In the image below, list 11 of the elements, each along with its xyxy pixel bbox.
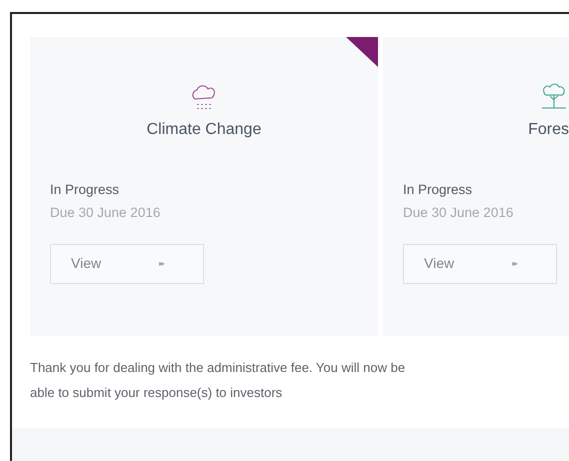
fast-forward-icon: ▸▸ — [512, 258, 516, 270]
card-title: Climate Change — [146, 120, 262, 140]
confirmation-message: Thank you for dealing with the administrative fee. You will now be able to submit your response(s) to investors — [29, 359, 406, 402]
view-button[interactable]: View ▸▸ — [403, 244, 557, 284]
status-text: In Progress — [403, 181, 472, 199]
due-date: Due 30 June 2016 — [403, 204, 514, 222]
status-text: In Progress — [50, 181, 120, 199]
fast-forward-icon: ▸▸ — [159, 258, 163, 270]
view-button[interactable]: View ▸▸ — [50, 244, 204, 284]
card-title: Fores — [528, 120, 569, 140]
due-date: Due 30 June 2016 — [50, 204, 160, 222]
